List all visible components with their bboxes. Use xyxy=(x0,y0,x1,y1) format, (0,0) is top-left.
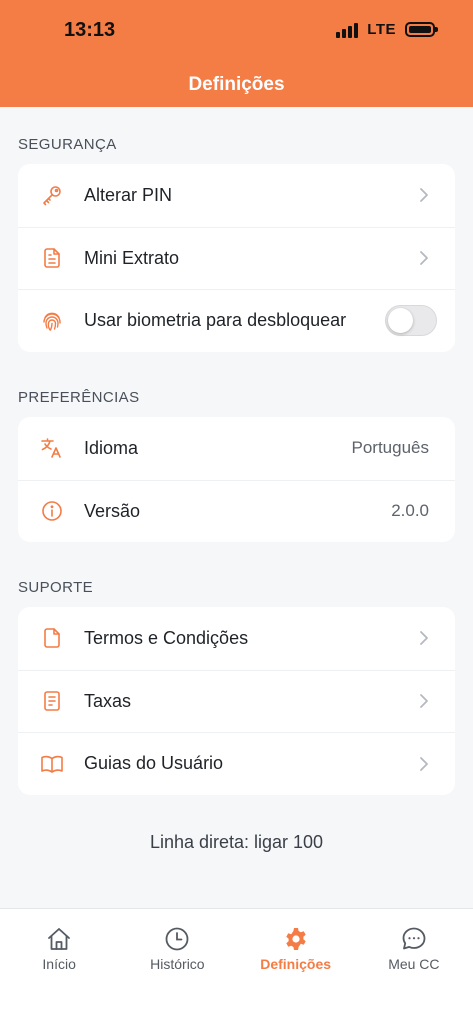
row-label: Idioma xyxy=(84,437,139,458)
toggle-knob xyxy=(388,308,413,334)
row-label: Guias do Usuário xyxy=(84,753,224,774)
row-termos[interactable]: Termos e Condições xyxy=(18,607,455,670)
hotline-text: Linha direta: ligar 100 xyxy=(149,832,324,852)
chevron-right-icon xyxy=(419,250,429,266)
section-label-security: SEGURANÇA xyxy=(18,136,117,153)
row-guias[interactable]: Guias do Usuário xyxy=(18,732,455,795)
battery-icon xyxy=(405,22,438,37)
receipt-icon xyxy=(40,689,64,713)
network-type: LTE xyxy=(367,21,396,38)
row-label: Taxas xyxy=(84,690,132,711)
row-label: Mini Extrato xyxy=(84,247,180,268)
preferences-card: Idioma Português Versão 2.0.0 xyxy=(18,417,455,542)
fingerprint-icon xyxy=(40,309,64,333)
translate-icon xyxy=(40,436,64,460)
row-label: Termos e Condições xyxy=(84,627,249,648)
biometria-toggle[interactable] xyxy=(385,305,437,337)
row-label: Alterar PIN xyxy=(84,184,173,205)
chat-icon xyxy=(402,927,426,950)
language-value: Português xyxy=(351,438,430,458)
row-versao: Versão 2.0.0 xyxy=(18,479,455,543)
bottom-tab-bar: Início Histórico Definições Meu CC xyxy=(0,908,473,1024)
info-icon xyxy=(40,499,64,523)
status-indicators: LTE xyxy=(336,21,438,38)
file-icon xyxy=(40,626,64,650)
book-icon xyxy=(40,752,64,776)
page-title: Definições xyxy=(188,74,285,95)
row-label: Usar biometria para desbloquear xyxy=(84,310,347,331)
row-idioma[interactable]: Idioma Português xyxy=(18,417,455,480)
section-label-support: SUPORTE xyxy=(18,579,94,596)
document-icon xyxy=(40,246,64,270)
row-taxas[interactable]: Taxas xyxy=(18,669,455,733)
tab-historico[interactable]: Histórico xyxy=(118,909,236,1024)
tab-meu-cc[interactable]: Meu CC xyxy=(355,909,473,1024)
support-card: Termos e Condições Taxas Guias do Usuári… xyxy=(18,607,455,795)
status-time: 13:13 xyxy=(64,19,116,41)
chevron-right-icon xyxy=(419,187,429,203)
tab-definicoes[interactable]: Definições xyxy=(237,909,355,1024)
row-alterar-pin[interactable]: Alterar PIN xyxy=(18,164,455,227)
chevron-right-icon xyxy=(419,756,429,772)
chevron-right-icon xyxy=(419,693,429,709)
signal-icon xyxy=(336,22,359,38)
tab-label: Início xyxy=(42,956,76,972)
tab-inicio[interactable]: Início xyxy=(0,909,118,1024)
app-header: 13:13 LTE Definições xyxy=(0,0,473,107)
tab-label: Definições xyxy=(260,956,332,972)
row-biometria: Usar biometria para desbloquear xyxy=(18,289,455,352)
key-icon xyxy=(40,183,64,207)
gear-icon xyxy=(285,928,306,950)
security-card: Alterar PIN Mini Extrato Usar biometria … xyxy=(18,164,455,352)
tab-label: Histórico xyxy=(150,956,205,972)
row-mini-extrato[interactable]: Mini Extrato xyxy=(18,226,455,290)
row-label: Versão xyxy=(84,500,141,521)
chevron-right-icon xyxy=(419,630,429,646)
tab-label: Meu CC xyxy=(388,956,440,972)
version-value: 2.0.0 xyxy=(391,501,429,521)
clock-icon xyxy=(165,927,189,951)
home-icon xyxy=(48,928,71,950)
section-label-preferences: PREFERÊNCIAS xyxy=(18,389,140,406)
